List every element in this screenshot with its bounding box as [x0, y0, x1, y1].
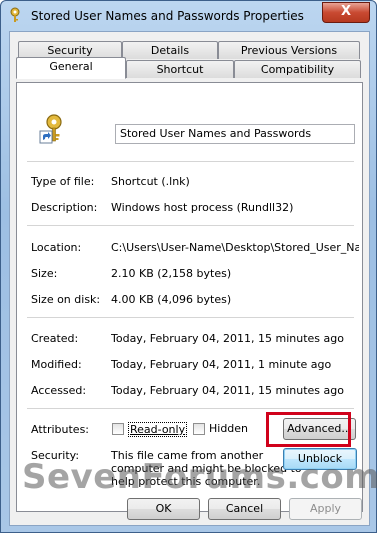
key-shortcut-icon: [39, 114, 62, 144]
ok-button[interactable]: OK: [127, 498, 200, 520]
title-bar[interactable]: Stored User Names and Passwords Properti…: [1, 1, 376, 31]
separator: [27, 408, 354, 409]
created-label: Created:: [31, 332, 79, 345]
file-name-input[interactable]: Stored User Names and Passwords: [115, 124, 355, 144]
general-panel: Stored User Names and Passwords Type of …: [16, 82, 363, 512]
size-on-disk-value: 4.00 KB (4,096 bytes): [111, 293, 232, 306]
description-value: Windows host process (Rundll32): [111, 201, 294, 214]
size-on-disk-label: Size on disk:: [31, 293, 101, 306]
cancel-button[interactable]: Cancel: [208, 498, 281, 520]
modified-value: Today, February 04, 2011, 1 minute ago: [111, 358, 332, 371]
separator: [27, 161, 354, 162]
watermark: SevenForums.com: [22, 457, 377, 497]
unblock-highlight-box: [266, 412, 351, 447]
readonly-label[interactable]: Read-only: [128, 422, 188, 437]
description-label: Description:: [31, 201, 98, 214]
size-label: Size:: [31, 267, 58, 280]
properties-window: Stored User Names and Passwords Properti…: [0, 0, 377, 533]
accessed-value: Today, February 04, 2011, 15 minutes ago: [111, 384, 344, 397]
separator: [27, 225, 354, 226]
tab-compatibility[interactable]: Compatibility: [234, 60, 361, 78]
location-label: Location:: [31, 241, 82, 254]
size-value: 2.10 KB (2,158 bytes): [111, 267, 232, 280]
tab-general[interactable]: General: [16, 57, 126, 79]
created-value: Today, February 04, 2011, 15 minutes ago: [111, 332, 344, 345]
type-label: Type of file:: [31, 175, 95, 188]
tab-shortcut[interactable]: Shortcut: [126, 60, 234, 78]
tab-previous-versions[interactable]: Previous Versions: [218, 41, 360, 59]
readonly-checkbox[interactable]: [112, 423, 124, 435]
window-title: Stored User Names and Passwords Properti…: [31, 9, 304, 23]
apply-button[interactable]: Apply: [289, 498, 362, 520]
type-value: Shortcut (.lnk): [111, 175, 190, 188]
separator: [27, 317, 354, 318]
location-value: C:\Users\User-Name\Desktop\Stored_User_N…: [111, 241, 359, 254]
hidden-label[interactable]: Hidden: [209, 422, 248, 435]
attributes-label: Attributes:: [31, 423, 90, 436]
tab-details[interactable]: Details: [122, 41, 218, 59]
accessed-label: Accessed:: [31, 384, 87, 397]
modified-label: Modified:: [31, 358, 82, 371]
hidden-checkbox[interactable]: [193, 423, 205, 435]
dialog-client: Security Details Previous Versions Gener…: [9, 31, 370, 526]
key-icon: [10, 7, 20, 22]
close-button[interactable]: X: [322, 2, 370, 23]
